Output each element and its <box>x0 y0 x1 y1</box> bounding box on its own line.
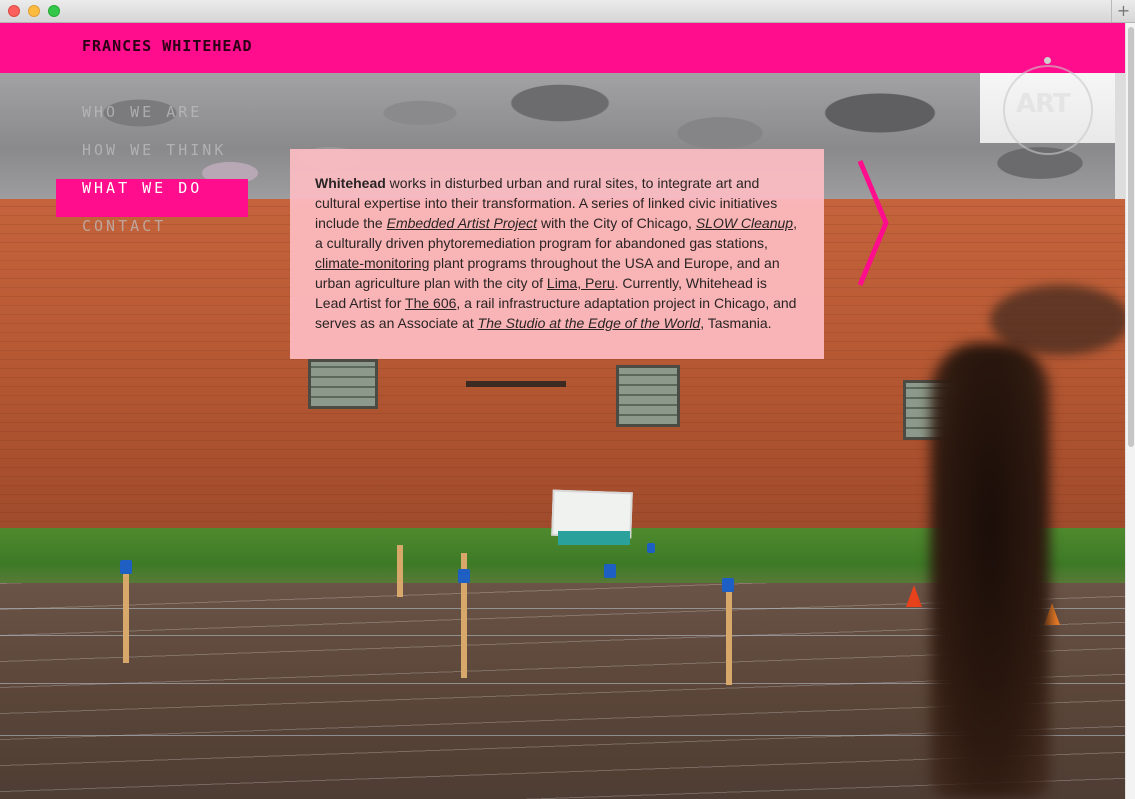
lima-peru-link[interactable]: Lima, Peru <box>547 275 615 291</box>
main-nav: WHO WE ARE HOW WE THINK WHAT WE DO CONTA… <box>56 103 248 255</box>
garden-sign-base <box>558 531 630 545</box>
art-logo-text: ART <box>1016 89 1071 119</box>
nav-item-contact[interactable]: CONTACT <box>56 217 248 255</box>
new-tab-button[interactable]: + <box>1111 0 1135 23</box>
blue-flag <box>604 564 616 578</box>
scrollbar-thumb[interactable] <box>1128 27 1134 447</box>
nav-item-who-we-are[interactable]: WHO WE ARE <box>56 103 248 141</box>
minimize-window-button[interactable] <box>28 5 40 17</box>
garden-stake <box>397 545 403 597</box>
artist-name: Whitehead <box>315 175 386 191</box>
blue-flag <box>722 578 734 592</box>
close-window-button[interactable] <box>8 5 20 17</box>
garden-stake <box>726 585 732 685</box>
zoom-window-button[interactable] <box>48 5 60 17</box>
slow-cleanup-link[interactable]: SLOW Cleanup <box>696 215 793 231</box>
blue-flag <box>458 569 470 583</box>
description-fragment: , Tasmania. <box>700 315 772 331</box>
description-text: Whitehead works in disturbed urban and r… <box>315 173 800 333</box>
blue-flag <box>120 560 132 574</box>
studio-edge-of-world-link[interactable]: The Studio at the Edge of the World <box>478 315 701 331</box>
climate-monitoring-link[interactable]: climate-monitoring <box>315 255 429 271</box>
logo-dot <box>1044 57 1051 64</box>
vertical-scrollbar[interactable] <box>1125 23 1135 799</box>
garden-stake <box>123 568 129 663</box>
blue-flag <box>647 543 655 553</box>
wall-window <box>308 359 378 409</box>
the-606-link[interactable]: The 606 <box>405 295 456 311</box>
nav-item-what-we-do[interactable]: WHAT WE DO <box>56 179 248 217</box>
site-header: FRANCES WHITEHEAD <box>0 23 1125 73</box>
title-bar: + <box>0 0 1135 23</box>
page-viewport: FRANCES WHITEHEAD ART WHO WE ARE HOW WE … <box>0 23 1125 799</box>
browser-window: + FRANCES WHITEHEAD ART WHO WE ARE HOW W… <box>0 0 1135 799</box>
description-panel: Whitehead works in disturbed urban and r… <box>290 149 824 359</box>
walking-person-blur <box>930 343 1050 799</box>
next-arrow-icon[interactable] <box>852 159 892 287</box>
wall-window <box>616 365 680 427</box>
wall-bar <box>466 381 566 387</box>
embedded-artist-project-link[interactable]: Embedded Artist Project <box>387 215 537 231</box>
site-title[interactable]: FRANCES WHITEHEAD <box>82 37 253 55</box>
nav-item-how-we-think[interactable]: HOW WE THINK <box>56 141 248 179</box>
description-fragment: with the City of Chicago, <box>537 215 696 231</box>
